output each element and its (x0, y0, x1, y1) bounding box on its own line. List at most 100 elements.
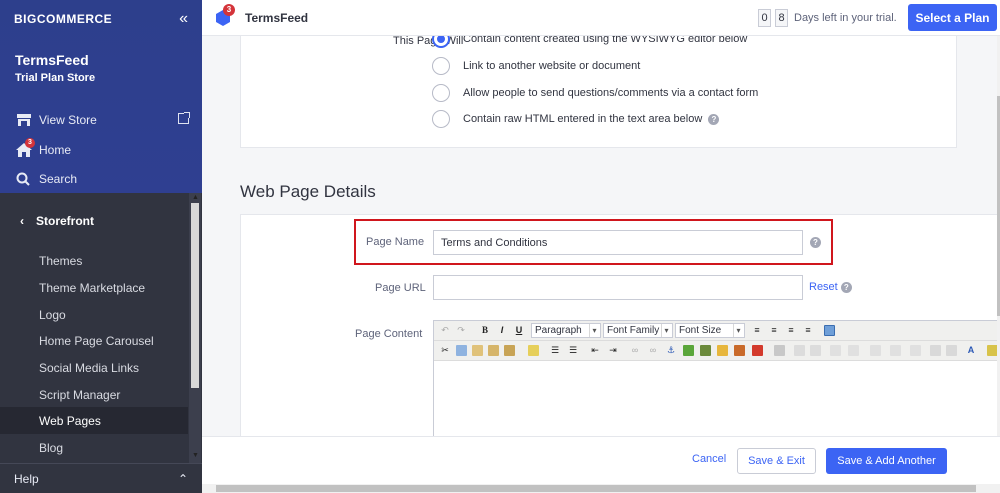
link-icon[interactable]: ∞ (628, 343, 642, 357)
align-center-icon[interactable]: ≡ (767, 323, 781, 337)
help-icon[interactable]: ? (840, 281, 852, 293)
bullet-list-icon[interactable]: ☰ (548, 343, 562, 357)
sidebar-item-script-manager[interactable]: Script Manager (39, 388, 120, 402)
radio-raw-html[interactable] (432, 110, 450, 128)
wysiwyg-editor: ↶ ↷ B I U Paragraph Font Family Font Siz… (433, 320, 997, 436)
sidebar-item-themes[interactable]: Themes (39, 254, 82, 268)
page-name-highlight (354, 219, 833, 265)
paste-text-icon[interactable] (488, 345, 499, 356)
top-header: 3 TermsFeed 0 8 Days left in your trial.… (202, 0, 1000, 36)
copy-icon[interactable] (456, 345, 467, 356)
sidebar-item-social-media-links[interactable]: Social Media Links (39, 361, 139, 375)
page-content-label: Page Content (355, 328, 423, 340)
select-plan-button[interactable]: Select a Plan (908, 4, 997, 31)
home-link[interactable]: 3 Home (16, 138, 71, 157)
bold-button[interactable]: B (478, 323, 492, 337)
table-icon[interactable] (794, 345, 805, 356)
redo-icon[interactable]: ↷ (454, 323, 468, 337)
external-link-icon[interactable] (178, 112, 190, 124)
sidebar-item-home-page-carousel[interactable]: Home Page Carousel (39, 334, 154, 348)
scroll-down-icon[interactable]: ▼ (192, 452, 199, 459)
save-add-another-button[interactable]: Save & Add Another (826, 448, 947, 474)
radio-label-contact-form: Allow people to send questions/comments … (463, 87, 759, 99)
scroll-up-icon[interactable]: ▲ (192, 194, 199, 201)
page-type-card: This Page Will Contain content created u… (240, 36, 957, 148)
store-plan: Trial Plan Store (15, 72, 96, 84)
store-tag-icon[interactable]: 3 (214, 4, 235, 28)
split-cells-icon[interactable] (910, 345, 921, 356)
clear-format-icon[interactable] (528, 345, 539, 356)
bigcommerce-logo[interactable]: BIGCOMMERCE (14, 12, 112, 26)
font-family-select[interactable]: Font Family (603, 323, 673, 338)
radio-label-raw-html: Contain raw HTML entered in the text are… (463, 113, 720, 125)
search-icon (16, 172, 32, 186)
radio-contact-form[interactable] (432, 84, 450, 102)
home-badge: 3 (25, 138, 35, 148)
radio-link[interactable] (432, 57, 450, 75)
indent-icon[interactable]: ⇥ (606, 343, 620, 357)
help-icon[interactable]: ? (708, 113, 720, 125)
align-right-icon[interactable]: ≡ (784, 323, 798, 337)
horizontal-scroll-thumb[interactable] (216, 485, 976, 492)
paste-word-icon[interactable] (504, 345, 515, 356)
insert-col-icon[interactable] (870, 345, 881, 356)
delete-col-icon[interactable] (890, 345, 901, 356)
storefront-header[interactable]: ‹ Storefront (20, 214, 94, 228)
undo-icon[interactable]: ↶ (438, 323, 452, 337)
paste-icon[interactable] (472, 345, 483, 356)
radio-label-wysiwyg: Contain content created using the WYSIWY… (463, 36, 748, 45)
home-icon: 3 (16, 138, 35, 157)
video-icon[interactable] (734, 345, 745, 356)
trial-text: Days left in your trial. (794, 12, 897, 24)
search-link[interactable]: Search (16, 172, 77, 186)
numbered-list-icon[interactable]: ☰ (566, 343, 580, 357)
horizontal-scrollbar[interactable] (202, 484, 1000, 493)
outdent-icon[interactable]: ⇤ (588, 343, 602, 357)
reset-link[interactable]: Reset ? (809, 281, 852, 293)
logo-row: BIGCOMMERCE « (0, 0, 202, 38)
sidebar: BIGCOMMERCE « TermsFeed Trial Plan Store… (0, 0, 202, 493)
editor-toolbar-row-1: ↶ ↷ B I U Paragraph Font Family Font Siz… (434, 321, 997, 341)
anchor-icon[interactable]: ⚓ (664, 343, 678, 357)
sidebar-scrollbar[interactable]: ▲ ▼ (189, 193, 201, 463)
align-left-icon[interactable]: ≡ (750, 323, 764, 337)
page-url-input[interactable] (433, 275, 803, 300)
italic-button[interactable]: I (495, 323, 509, 337)
insert-row-icon[interactable] (830, 345, 841, 356)
unlink-icon[interactable]: ∞ (646, 343, 660, 357)
emoticon-icon[interactable] (717, 345, 728, 356)
sidebar-item-blog[interactable]: Blog (39, 441, 63, 455)
collapse-sidebar-icon[interactable]: « (179, 10, 188, 28)
form-footer: Cancel Save & Exit Save & Add Another (202, 436, 1000, 484)
youtube-icon[interactable] (752, 345, 763, 356)
header-title: TermsFeed (245, 11, 309, 25)
page-will-label: This Page Will (393, 36, 464, 47)
highlight-icon[interactable] (987, 345, 997, 356)
store-name: TermsFeed (15, 52, 89, 68)
sidebar-item-web-pages[interactable]: Web Pages (39, 414, 101, 428)
editor-toolbar-row-2: ✂ ☰ ☰ ⇤ ⇥ ∞ ∞ ⚓ A (434, 341, 997, 361)
sidebar-scroll-thumb[interactable] (191, 203, 199, 388)
underline-button[interactable]: U (512, 323, 526, 337)
trial-digit: 8 (775, 9, 788, 27)
text-color-icon[interactable]: A (964, 343, 978, 357)
merge-cells-icon[interactable] (930, 345, 941, 356)
table-props-icon[interactable] (810, 345, 821, 356)
cell-props-icon[interactable] (946, 345, 957, 356)
media-icon[interactable] (700, 345, 711, 356)
sidebar-item-theme-marketplace[interactable]: Theme Marketplace (39, 281, 145, 295)
font-size-select[interactable]: Font Size (675, 323, 745, 338)
view-store-link[interactable]: View Store (16, 113, 97, 127)
chevron-up-icon: ⌃ (177, 471, 188, 486)
save-exit-button[interactable]: Save & Exit (737, 448, 816, 474)
fullscreen-icon[interactable] (824, 325, 835, 336)
sidebar-item-logo[interactable]: Logo (39, 308, 66, 322)
edit-html-icon[interactable] (774, 345, 785, 356)
align-justify-icon[interactable]: ≡ (801, 323, 815, 337)
image-icon[interactable] (683, 345, 694, 356)
cut-icon[interactable]: ✂ (438, 343, 452, 357)
help-bar[interactable]: Help ⌃ (0, 463, 202, 493)
delete-row-icon[interactable] (848, 345, 859, 356)
cancel-button[interactable]: Cancel (692, 453, 726, 465)
format-select[interactable]: Paragraph (531, 323, 601, 338)
